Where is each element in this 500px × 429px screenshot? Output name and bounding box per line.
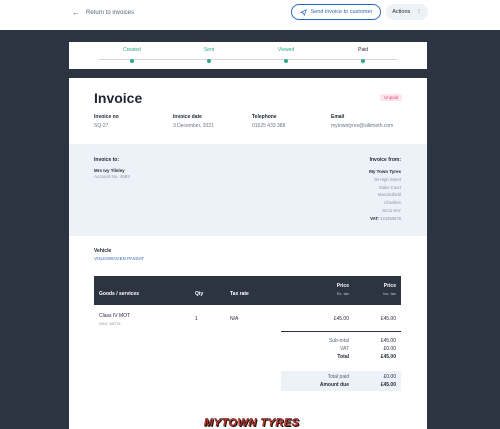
actions-button[interactable]: Actions ⋮ [386,4,428,20]
meta-telephone: Telephone 01625 433 388 [252,114,286,129]
col-price-inc: Price Inc. tax [383,283,396,296]
vat-value: £0.00 [383,346,396,352]
send-invoice-label: Send invoice to customer [310,9,373,15]
send-icon [299,8,307,16]
actions-label: Actions [392,9,411,15]
table-row: Class IV MOT SKU: MOT4 1 N/A £45.00 £45.… [94,305,401,331]
step-dot [207,59,211,63]
subtotal-label: Sub-total [328,338,349,344]
address-line: Stoke Court [378,184,401,190]
item-description: Class IV MOT SKU: MOT4 [99,313,131,326]
meta-email: Email mytowntyres@silkmoth.com [331,114,394,129]
amount-due-label: Amount due [319,382,349,388]
step-sent: Sent [179,47,239,63]
invoice-from-label: Invoice from: [369,157,401,163]
total-value: £45.00 [380,354,396,360]
company-logo: MYTOWN TYRES [204,417,300,429]
item-tax: N/A [230,316,239,322]
total-paid-label: Total paid [327,374,349,380]
supplier-address: My Town Tyres 38 High Street Stoke Court… [369,168,401,223]
return-label: Return to invoices [86,9,135,16]
col-qty: Qty [195,291,204,297]
more-vertical-icon: ⋮ [416,9,422,15]
step-created: Created [102,47,162,63]
supplier-name: My Town Tyres [369,169,401,174]
subtotal-value: £45.00 [380,338,396,344]
address-line: Cheshire [384,200,401,206]
meta-invoice-no: Invoice no SQ-27 [94,114,119,129]
total-label: Total [337,354,349,360]
arrow-left-icon: ← [72,8,80,17]
item-qty: 1 [195,316,198,322]
customer-name: Mrs Ivy Tilsley [94,168,125,173]
vehicle-label: Vehicle [94,248,112,254]
return-to-invoices-link[interactable]: ← Return to invoices [72,8,134,17]
item-price-ex: £45.00 [333,316,349,322]
divider [281,331,401,332]
customer-account: Account No. 4683 [94,174,130,179]
address-line: SK11 6AY [382,207,401,213]
send-invoice-button[interactable]: Send invoice to customer [291,4,381,20]
top-bar: ← Return to invoices Send invoice to cus… [0,0,500,30]
address-line: Macclesfield [377,192,401,198]
invoice-parties: Invoice to: Mrs Ivy Tilsley Account No. … [69,144,427,236]
col-goods: Goods / services [99,291,140,297]
vehicle-value: VOLKSWAGEN PASSAT [94,256,145,261]
item-price-inc: £45.00 [380,316,396,322]
step-dot [361,59,365,63]
items-table-header: Goods / services Qty Tax rate Price Ex. … [94,276,401,305]
step-viewed: Viewed [256,47,316,63]
progress-track [99,59,397,60]
invoice-progress: Created Sent Viewed Paid [69,42,427,69]
step-paid: Paid [333,47,393,63]
col-price-ex: Price Ex. tax [336,283,349,296]
status-badge: Unpaid [380,94,403,101]
meta-invoice-date: Invoice date 3 December, 2021 [173,114,214,129]
address-line: 38 High Street [374,176,401,182]
col-tax: Tax rate [230,291,249,297]
invoice-title: Invoice [94,90,143,106]
vat-label: VAT [340,346,349,352]
amount-due-value: £45.00 [380,382,396,388]
invoice-to-label: Invoice to: [94,157,120,163]
step-dot [130,59,134,63]
total-paid-value: £0.00 [383,374,396,380]
step-dot [284,59,288,63]
invoice-sheet: Invoice Unpaid Invoice no SQ-27 Invoice … [69,78,427,429]
vat-number: VAT: 123456678 [370,215,401,221]
